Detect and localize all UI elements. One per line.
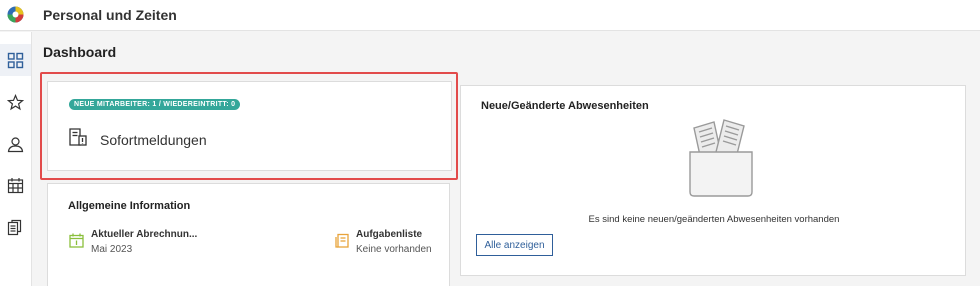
highlight-frame — [40, 72, 458, 180]
star-icon — [7, 93, 24, 110]
app-title: Personal und Zeiten — [43, 7, 177, 23]
sidebar-item-employees[interactable] — [0, 128, 31, 160]
absences-empty-text: Es sind keine neuen/geänderten Abwesenhe… — [588, 214, 840, 225]
dashboard-grid-icon — [7, 52, 24, 68]
sidebar-item-documents[interactable] — [0, 211, 31, 243]
absences-card: Neue/Geänderte Abwesenheiten Es sind kei… — [460, 85, 966, 276]
person-icon — [7, 136, 24, 152]
calendar-icon — [69, 233, 84, 248]
task-list-icon — [335, 233, 349, 248]
page-title: Dashboard — [43, 44, 117, 60]
empty-folder-illustration-icon — [689, 119, 753, 197]
general-info-card: Allgemeine Information Aktueller Abrechn… — [47, 183, 450, 286]
task-list-value: Keine vorhanden — [356, 244, 432, 255]
sidebar-item-favorites[interactable] — [0, 86, 31, 118]
absences-title: Neue/Geänderte Abwesenheiten — [481, 100, 649, 112]
general-info-title: Allgemeine Information — [68, 200, 191, 212]
sidebar-item-dashboard[interactable] — [0, 44, 31, 76]
app-logo-icon[interactable] — [7, 6, 24, 23]
top-bar: Personal und Zeiten — [0, 0, 980, 31]
sidebar — [0, 32, 32, 286]
documents-icon — [7, 219, 22, 235]
billing-period-value: Mai 2023 — [91, 244, 133, 255]
calendar-icon — [7, 177, 24, 193]
show-all-button[interactable]: Alle anzeigen — [476, 234, 553, 256]
billing-period-title[interactable]: Aktueller Abrechnun... — [91, 229, 197, 240]
task-list-title[interactable]: Aufgabenliste — [356, 229, 422, 240]
sidebar-item-calendar[interactable] — [0, 169, 31, 201]
